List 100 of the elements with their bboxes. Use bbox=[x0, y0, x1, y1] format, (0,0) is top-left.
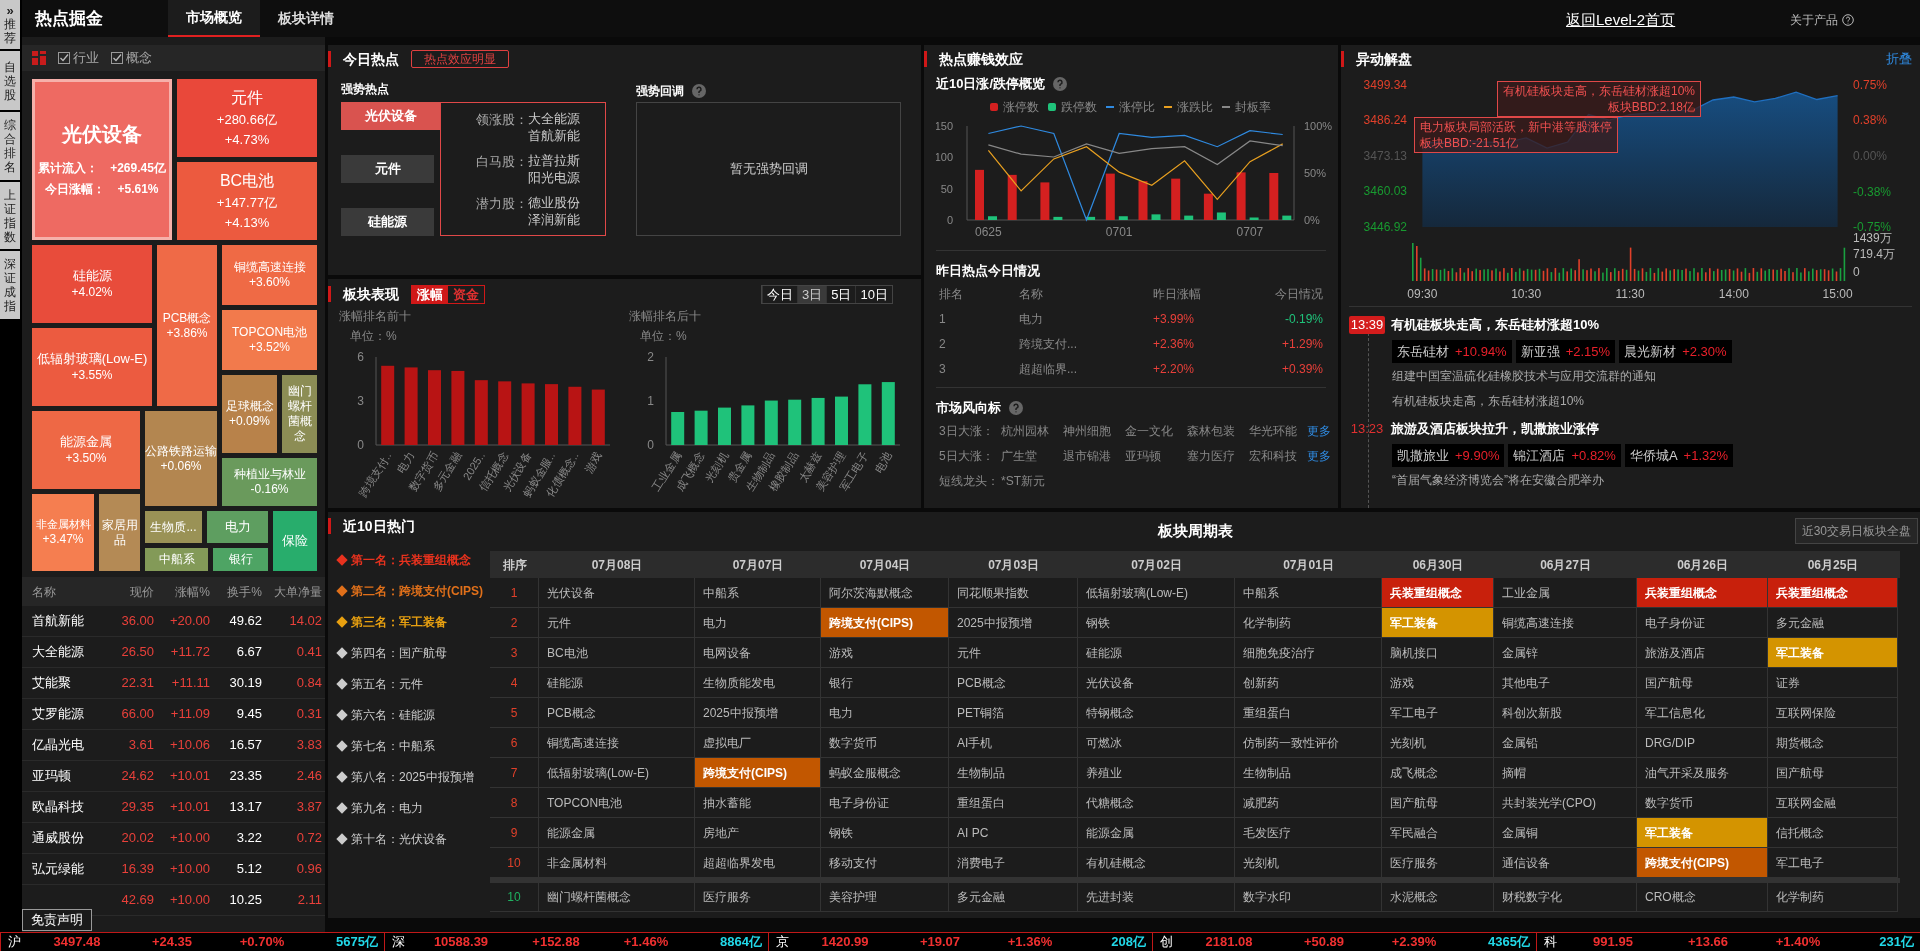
table-cell[interactable]: 兵装重组概念 bbox=[1382, 578, 1494, 608]
table-cell[interactable]: 科创次新股 bbox=[1494, 698, 1637, 728]
table-cell[interactable]: 共封装光学(CPO) bbox=[1494, 788, 1637, 818]
table-cell[interactable]: 医疗服务 bbox=[695, 883, 821, 912]
about-link[interactable]: 关于产品 bbox=[1790, 11, 1838, 29]
table-cell[interactable]: 代糖概念 bbox=[1078, 788, 1235, 818]
sidebar-tab[interactable]: 上证指数 bbox=[0, 182, 20, 249]
sidebar-tab[interactable]: 自选股 bbox=[0, 51, 20, 110]
table-cell[interactable]: 细胞免疫治疗 bbox=[1235, 638, 1382, 668]
stock-name[interactable]: 弘元绿能 bbox=[32, 859, 110, 879]
table-cell[interactable]: 幽门螺杆菌概念 bbox=[539, 883, 695, 912]
table-cell[interactable]: 水泥概念 bbox=[1382, 883, 1494, 912]
period-tab[interactable]: 5日 bbox=[826, 286, 856, 303]
table-cell[interactable]: 中船系 bbox=[695, 578, 821, 608]
stock-name[interactable]: 亿晶光电 bbox=[32, 735, 110, 755]
table-cell[interactable]: BC电池 bbox=[539, 638, 695, 668]
table-cell[interactable]: 养殖业 bbox=[1078, 758, 1235, 788]
sidebar-tab[interactable]: » 推荐 bbox=[0, 0, 20, 49]
nav-tab[interactable]: 板块详情 bbox=[260, 0, 352, 37]
mode-tab[interactable]: 资金 bbox=[448, 285, 484, 303]
stock-name[interactable]: 广生堂 bbox=[1001, 446, 1063, 465]
news-line[interactable]: 有机硅板块走高，东岳硅材涨超10% bbox=[1349, 389, 1920, 413]
ranking-item[interactable]: 第五名：元件 bbox=[351, 675, 423, 693]
table-cell[interactable]: 特钢概念 bbox=[1078, 698, 1235, 728]
table-cell[interactable]: 财税数字化 bbox=[1494, 883, 1637, 912]
stock-name[interactable]: 退市锦港 bbox=[1063, 446, 1125, 465]
ranking-item[interactable]: 第十名：光伏设备 bbox=[351, 830, 447, 848]
time-badge[interactable]: 13:23 bbox=[1349, 420, 1385, 438]
table-cell[interactable]: 电网设备 bbox=[695, 638, 821, 668]
table-cell[interactable]: 信托概念 bbox=[1768, 818, 1898, 848]
stock-name[interactable]: 艾能聚 bbox=[32, 673, 110, 693]
table-cell[interactable]: 期货概念 bbox=[1768, 728, 1898, 758]
news-title[interactable]: 旅游及酒店板块拉升，凯撒旅业涨停 bbox=[1391, 419, 1599, 439]
stock-name[interactable]: 德业股份 bbox=[528, 194, 580, 211]
table-cell[interactable]: 消费电子 bbox=[949, 848, 1078, 878]
table-cell[interactable]: 游戏 bbox=[1382, 668, 1494, 698]
stock-chip[interactable]: 华侨城A +1.32% bbox=[1624, 444, 1734, 467]
ranking-item[interactable]: 第四名：国产航母 bbox=[351, 644, 447, 662]
table-cell[interactable]: 金属锌 bbox=[1494, 638, 1637, 668]
table-cell[interactable]: 兵装重组概念 bbox=[1637, 578, 1768, 608]
table-cell[interactable]: 电力 bbox=[821, 698, 949, 728]
table-cell[interactable]: 其他电子 bbox=[1494, 668, 1637, 698]
stock-name[interactable]: 金一文化 bbox=[1125, 421, 1187, 440]
filter-checkbox[interactable]: 行业 bbox=[58, 48, 99, 68]
table-cell[interactable]: 跨境支付(CIPS) bbox=[695, 758, 821, 788]
table-cell[interactable]: 元件 bbox=[539, 608, 695, 638]
stock-name[interactable]: 首航新能 bbox=[32, 611, 110, 631]
table-cell[interactable]: 金属铅 bbox=[1494, 728, 1637, 758]
home-link[interactable]: 返回Level-2首页 bbox=[1566, 9, 1676, 32]
table-cell[interactable]: 多元金融 bbox=[949, 883, 1078, 912]
table-cell[interactable]: 军工电子 bbox=[1382, 698, 1494, 728]
table-cell[interactable]: 非金属材料 bbox=[539, 848, 695, 878]
table-cell[interactable]: AI PC bbox=[949, 818, 1078, 848]
stock-chip[interactable]: 晨光新材 +2.30% bbox=[1619, 340, 1732, 363]
ranking-item[interactable]: 第七名：中船系 bbox=[351, 737, 435, 755]
sector-tab[interactable]: 硅能源 bbox=[341, 208, 434, 236]
more-link[interactable]: 更多 bbox=[1307, 421, 1331, 440]
table-cell[interactable]: 军民融合 bbox=[1382, 818, 1494, 848]
table-cell[interactable]: 国产航母 bbox=[1382, 788, 1494, 818]
table-cell[interactable]: 互联网金融 bbox=[1768, 788, 1898, 818]
ranking-item[interactable]: 第六名：硅能源 bbox=[351, 706, 435, 724]
stock-name[interactable]: 欧晶科技 bbox=[32, 797, 110, 817]
table-cell[interactable]: 先进封装 bbox=[1078, 883, 1235, 912]
sector-tab[interactable]: 光伏设备 bbox=[341, 102, 440, 130]
stock-chip[interactable]: 新亚强 +2.15% bbox=[1515, 340, 1616, 363]
stock-chip[interactable]: 东岳硅材 +10.94% bbox=[1392, 340, 1512, 363]
news-line[interactable]: 组建中国室温硫化硅橡胶技术与应用交流群的通知 bbox=[1349, 364, 1920, 388]
table-cell[interactable]: 光伏设备 bbox=[539, 578, 695, 608]
table-cell[interactable]: 蚂蚁金服概念 bbox=[821, 758, 949, 788]
table-cell[interactable]: 房地产 bbox=[695, 818, 821, 848]
ranking-item[interactable]: 第九名：电力 bbox=[351, 799, 423, 817]
table-cell[interactable]: 抽水蓄能 bbox=[695, 788, 821, 818]
period-tab[interactable]: 3日 bbox=[797, 286, 827, 303]
stock-name[interactable]: 通威股份 bbox=[32, 828, 110, 848]
table-cell[interactable]: 减肥药 bbox=[1235, 788, 1382, 818]
stock-name[interactable]: 阳光电源 bbox=[528, 169, 580, 186]
table-cell[interactable]: 互联网保险 bbox=[1768, 698, 1898, 728]
table-cell[interactable]: 元件 bbox=[949, 638, 1078, 668]
nav-tab[interactable]: 市场概览 bbox=[168, 0, 260, 37]
table-cell[interactable]: 能源金属 bbox=[1078, 818, 1235, 848]
table-cell[interactable]: 有机硅概念 bbox=[1078, 848, 1235, 878]
table-cell[interactable]: 生物质能发电 bbox=[695, 668, 821, 698]
table-cell[interactable]: 光伏设备 bbox=[1078, 668, 1235, 698]
table-cell[interactable]: 钢铁 bbox=[821, 818, 949, 848]
ranking-item[interactable]: 第三名：军工装备 bbox=[351, 613, 447, 631]
stock-name[interactable]: 首航新能 bbox=[528, 127, 580, 144]
table-cell[interactable]: 钢铁 bbox=[1078, 608, 1235, 638]
table-cell[interactable]: 重组蛋白 bbox=[949, 788, 1078, 818]
stock-name[interactable]: 亚玛顿 bbox=[32, 766, 110, 786]
table-cell[interactable]: 铜缆高速连接 bbox=[539, 728, 695, 758]
table-cell[interactable]: 超超临界发电 bbox=[695, 848, 821, 878]
stock-name[interactable]: 拉普拉斯 bbox=[528, 152, 580, 169]
table-cell[interactable]: 同花顺果指数 bbox=[949, 578, 1078, 608]
period-tab[interactable]: 10日 bbox=[855, 286, 892, 303]
table-cell[interactable]: 医疗服务 bbox=[1382, 848, 1494, 878]
table-cell[interactable]: 生物制品 bbox=[1235, 758, 1382, 788]
table-cell[interactable]: 铜缆高速连接 bbox=[1494, 608, 1637, 638]
stock-name[interactable]: *ST新元 bbox=[1001, 471, 1063, 490]
table-cell[interactable]: 成飞概念 bbox=[1382, 758, 1494, 788]
table-cell[interactable]: 数字水印 bbox=[1235, 883, 1382, 912]
